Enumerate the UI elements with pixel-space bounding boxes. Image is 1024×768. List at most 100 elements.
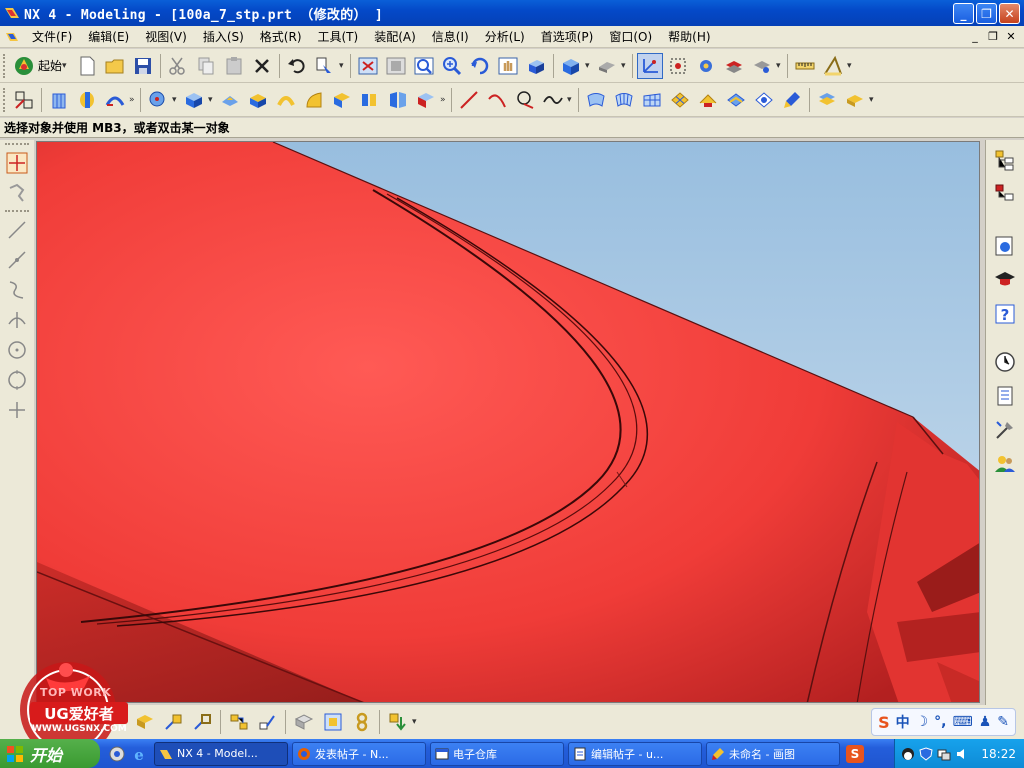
model-view[interactable] — [37, 142, 980, 703]
feature-button[interactable] — [693, 53, 719, 79]
constraint-button-2[interactable] — [161, 709, 187, 735]
ime-mode-label[interactable]: 中 — [896, 712, 910, 732]
snap-line-button[interactable] — [2, 216, 32, 244]
cut-button[interactable] — [165, 53, 191, 79]
ime-toolbar[interactable]: S 中 ☽ °, ⌨ ♟ ✎ — [871, 708, 1016, 736]
moon-icon[interactable]: ☽ — [916, 714, 929, 730]
block-button[interactable] — [181, 87, 207, 113]
rotate-button[interactable] — [467, 53, 493, 79]
selection-filter-button[interactable] — [312, 53, 338, 79]
document-icon[interactable] — [4, 29, 20, 45]
mdi-minimize-button[interactable]: _ — [968, 29, 982, 43]
surface-button-2[interactable] — [611, 87, 637, 113]
view-orient-button[interactable] — [594, 53, 620, 79]
maximize-button[interactable]: ❐ — [976, 3, 997, 24]
quicklaunch-ie-icon[interactable]: e — [130, 745, 148, 763]
surface-button-10[interactable] — [842, 87, 868, 113]
copy-button[interactable] — [193, 53, 219, 79]
surface-button-6[interactable] — [723, 87, 749, 113]
tray-volume-icon[interactable] — [955, 747, 969, 761]
measure-angle-button[interactable] — [820, 53, 846, 79]
tray-clock[interactable]: 18:22 — [981, 747, 1016, 761]
surface-button-5[interactable] — [695, 87, 721, 113]
ortho-select-button[interactable] — [2, 179, 32, 207]
sweep-button[interactable] — [102, 87, 128, 113]
trim-body-button[interactable] — [413, 87, 439, 113]
spline-button[interactable] — [540, 87, 566, 113]
roles-tab[interactable] — [991, 450, 1019, 478]
menu-edit[interactable]: 编辑(E) — [80, 28, 137, 45]
constraint-button-4[interactable] — [226, 709, 252, 735]
part-navigator-tab[interactable] — [991, 180, 1019, 208]
constraint-button-8[interactable] — [349, 709, 375, 735]
extrude-button[interactable] — [46, 87, 72, 113]
line-button[interactable] — [456, 87, 482, 113]
snap-center-button[interactable] — [2, 336, 32, 364]
arc-button[interactable] — [484, 87, 510, 113]
measure-button[interactable] — [792, 53, 818, 79]
minimize-button[interactable]: _ — [953, 3, 974, 24]
menu-insert[interactable]: 插入(S) — [195, 28, 252, 45]
sketch-button[interactable] — [11, 87, 37, 113]
menu-information[interactable]: 信息(I) — [424, 28, 477, 45]
surface-button-8[interactable] — [779, 87, 805, 113]
quicklaunch-explorer-icon[interactable] — [108, 745, 126, 763]
draft-button[interactable] — [329, 87, 355, 113]
new-file-button[interactable] — [74, 53, 100, 79]
datum-point-button[interactable] — [145, 87, 171, 113]
task-edit-thread[interactable]: 编辑帖子 - u... — [568, 741, 702, 766]
pan-button[interactable] — [495, 53, 521, 79]
snap-intersection-button[interactable] — [2, 306, 32, 334]
surface-button-1[interactable] — [583, 87, 609, 113]
surface-button-4[interactable] — [667, 87, 693, 113]
constraint-button-6[interactable] — [291, 709, 317, 735]
help-tab[interactable]: ? — [991, 300, 1019, 328]
wrench-icon[interactable]: ✎ — [997, 714, 1009, 730]
close-button[interactable]: ✕ — [999, 3, 1020, 24]
point-button[interactable] — [512, 87, 538, 113]
wcs-button[interactable] — [637, 52, 664, 79]
snap-quadrant-button[interactable] — [2, 366, 32, 394]
zoom-window-button[interactable] — [383, 53, 409, 79]
menu-view[interactable]: 视图(V) — [137, 28, 195, 45]
revolve-button[interactable] — [74, 87, 100, 113]
select-button[interactable] — [2, 149, 32, 177]
menu-tools[interactable]: 工具(T) — [310, 28, 367, 45]
keyboard-icon[interactable]: ⌨ — [952, 714, 972, 730]
sogou-icon[interactable]: S — [878, 713, 890, 732]
menu-assembly[interactable]: 装配(A) — [366, 28, 424, 45]
edge-blend-button[interactable] — [217, 87, 243, 113]
delete-button[interactable] — [249, 53, 275, 79]
tray-qq-icon[interactable] — [901, 747, 915, 761]
tray-shield-icon[interactable] — [919, 746, 933, 761]
user-icon[interactable]: ♟ — [979, 714, 992, 730]
snap-point-button[interactable] — [2, 396, 32, 424]
constraint-button-3[interactable] — [190, 709, 216, 735]
graphics-window[interactable] — [36, 141, 980, 703]
web-browser-tab[interactable] — [991, 232, 1019, 260]
process-studio-tab[interactable] — [991, 416, 1019, 444]
reuse-library-tab[interactable] — [991, 382, 1019, 410]
start-menu-button[interactable]: 起始 ▾ — [10, 55, 73, 77]
snap-curve-button[interactable] — [2, 276, 32, 304]
shell-button[interactable] — [273, 87, 299, 113]
save-button[interactable] — [130, 53, 156, 79]
paste-button[interactable] — [221, 53, 247, 79]
mdi-close-button[interactable]: ✕ — [1004, 29, 1018, 43]
punct-icon[interactable]: °, — [934, 714, 946, 730]
open-file-button[interactable] — [102, 53, 128, 79]
constraint-button-1[interactable] — [132, 709, 158, 735]
menu-window[interactable]: 窗口(O) — [601, 28, 660, 45]
surface-button-3[interactable] — [639, 87, 665, 113]
menu-preferences[interactable]: 首选项(P) — [533, 28, 602, 45]
menu-file[interactable]: 文件(F) — [24, 28, 80, 45]
training-tab[interactable] — [991, 266, 1019, 294]
constraint-button-7[interactable] — [320, 709, 346, 735]
menu-format[interactable]: 格式(R) — [252, 28, 310, 45]
tray-network-icon[interactable] — [937, 747, 951, 761]
surface-button-7[interactable] — [751, 87, 777, 113]
menu-help[interactable]: 帮助(H) — [660, 28, 718, 45]
assembly-navigator-tab[interactable] — [991, 146, 1019, 174]
undo-button[interactable] — [284, 53, 310, 79]
pattern-button[interactable] — [357, 87, 383, 113]
